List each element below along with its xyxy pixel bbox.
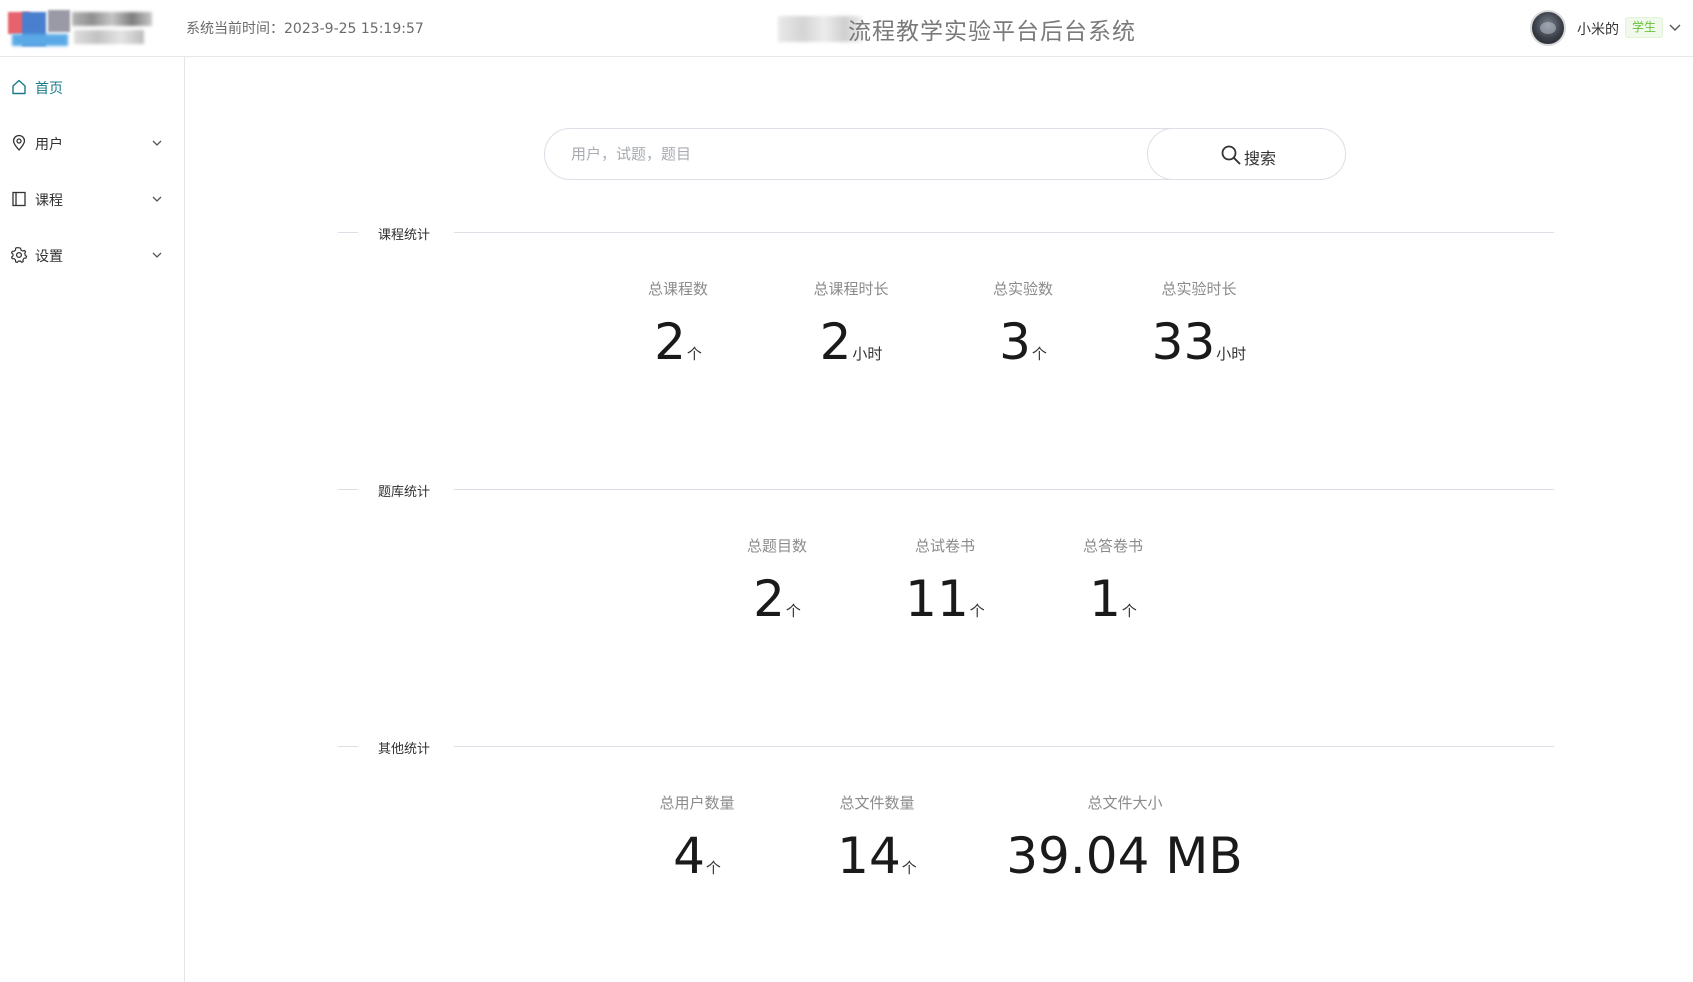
stat-unit: 小时 <box>852 345 883 363</box>
role-badge: 学生 <box>1625 17 1664 38</box>
stat-label: 总课程数 <box>647 280 708 298</box>
section-divider-course: 课程统计 <box>338 222 1554 243</box>
home-icon <box>12 79 26 95</box>
stat-unit: 小时 <box>1216 345 1247 363</box>
stat-value: 2 <box>654 313 686 371</box>
stat-value: 11 <box>905 570 969 628</box>
system-clock: 系统当前时间：2023-9-25 15:19:57 <box>186 21 424 37</box>
app-title: 流程教学实验平台后台系统 <box>778 12 1158 45</box>
sidebar-item-users[interactable]: 用户 <box>0 115 184 171</box>
stat-label: 总文件大小 <box>1087 794 1163 812</box>
sidebar-item-settings[interactable]: 设置 <box>0 227 184 283</box>
section-divider-other: 其他统计 <box>338 736 1554 757</box>
sidebar-item-home[interactable]: 首页 <box>0 59 184 115</box>
stat-label: 总实验时长 <box>1161 280 1237 298</box>
stat-label: 总文件数量 <box>839 794 915 812</box>
avatar[interactable] <box>1530 10 1566 46</box>
stat-value: 3 <box>999 313 1031 371</box>
search-button-label: 搜索 <box>1244 149 1277 168</box>
stat-unit: 个 <box>1121 602 1137 620</box>
user-menu[interactable]: 小米的 学生 <box>1393 8 1693 48</box>
stat-total-experiment-hours: 总实验时长 33小时 <box>1099 278 1299 370</box>
top-header: 系统当前时间：2023-9-25 15:19:57 流程教学实验平台后台系统 小… <box>0 0 1693 57</box>
stat-total-users: 总用户数量 4个 <box>597 792 797 884</box>
stat-total-file-size: 总文件大小 39.04 MB <box>975 792 1275 884</box>
sidebar-item-label: 用户 <box>35 137 63 153</box>
logo[interactable] <box>8 10 156 48</box>
search-button[interactable]: 搜索 <box>1147 128 1346 180</box>
search-input[interactable] <box>545 129 1147 179</box>
stat-total-courses: 总课程数 2个 <box>578 278 778 370</box>
chevron-down-icon[interactable] <box>1668 20 1682 34</box>
sidebar-item-label: 课程 <box>35 193 63 209</box>
stat-label: 总答卷书 <box>1082 537 1143 555</box>
stat-unit: 个 <box>686 345 702 363</box>
chevron-down-icon <box>152 140 162 146</box>
location-pin-icon <box>12 134 26 151</box>
stat-value: 14 <box>837 827 901 885</box>
stat-total-answer-sheets: 总答卷书 1个 <box>1013 535 1213 627</box>
stat-label: 总课程时长 <box>813 280 889 298</box>
sidebar-item-label: 设置 <box>35 249 63 265</box>
sidebar: 首页 用户 课程 设置 <box>0 57 185 982</box>
stat-unit: 个 <box>969 602 985 620</box>
stat-total-files: 总文件数量 14个 <box>777 792 977 884</box>
sidebar-item-label: 首页 <box>35 81 63 97</box>
stat-unit: 个 <box>1031 345 1047 363</box>
stat-value: 39.04 MB <box>1006 827 1243 885</box>
chevron-down-icon <box>152 252 162 258</box>
search-icon <box>1221 145 1241 165</box>
section-title: 其他统计 <box>378 742 431 757</box>
stat-label: 总实验数 <box>992 280 1053 298</box>
section-title: 课程统计 <box>378 228 431 243</box>
app-title-text: 流程教学实验平台后台系统 <box>848 19 1136 45</box>
stat-value: 2 <box>753 570 785 628</box>
stat-total-experiments: 总实验数 3个 <box>923 278 1123 370</box>
section-title: 题库统计 <box>378 485 431 500</box>
stat-value: 4 <box>673 827 705 885</box>
stat-value: 2 <box>819 313 852 371</box>
chevron-down-icon <box>152 196 162 202</box>
stat-value: 33 <box>1151 313 1216 371</box>
stat-unit: 个 <box>705 859 721 877</box>
stat-label: 总用户数量 <box>659 794 735 812</box>
stat-unit: 个 <box>901 859 917 877</box>
notebook-icon <box>12 191 26 207</box>
section-divider-question-bank: 题库统计 <box>338 479 1554 500</box>
username[interactable]: 小米的 <box>1577 19 1619 39</box>
stat-value: 1 <box>1089 570 1121 628</box>
sidebar-item-courses[interactable]: 课程 <box>0 171 184 227</box>
search-bar: 搜索 <box>544 128 1346 180</box>
stat-unit: 个 <box>785 602 801 620</box>
gear-icon <box>11 247 28 263</box>
stat-total-course-hours: 总课程时长 2小时 <box>751 278 951 370</box>
